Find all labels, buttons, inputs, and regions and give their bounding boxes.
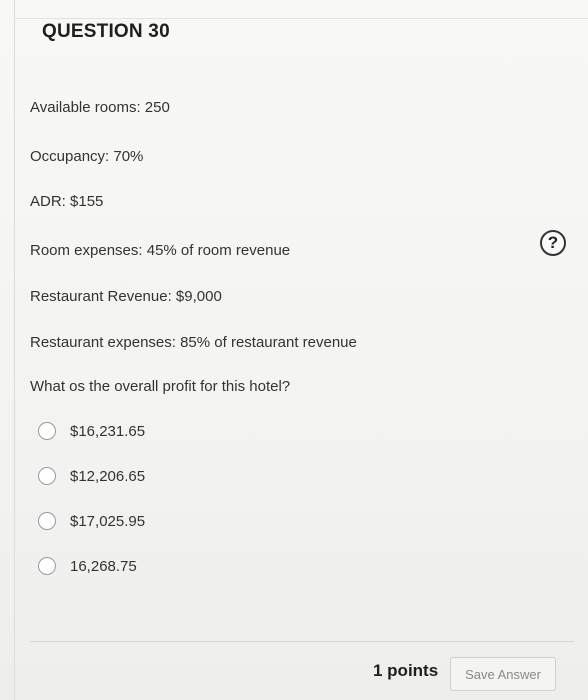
answer-option-label: $12,206.65: [70, 467, 146, 485]
save-answer-button[interactable]: Save Answer: [450, 657, 556, 691]
help-glyph: ?: [547, 233, 559, 252]
answer-option-label: $17,025.95: [70, 512, 146, 530]
given-occupancy: Occupancy: 70%: [30, 148, 144, 165]
radio-button[interactable]: [38, 557, 56, 575]
given-adr: ADR: $155: [30, 193, 104, 210]
given-available-rooms: Available rooms: 250: [30, 99, 170, 116]
radio-button[interactable]: [38, 467, 56, 485]
given-restaurant-revenue: Restaurant Revenue: $9,000: [30, 288, 222, 305]
given-room-expenses: Room expenses: 45% of room revenue: [30, 242, 291, 259]
answer-option-4[interactable]: 16,268.75: [38, 555, 137, 577]
points-label: 1 points: [373, 661, 439, 680]
radio-button[interactable]: [38, 422, 56, 440]
question-mark-circle-icon[interactable]: ?: [540, 230, 566, 256]
answer-option-2[interactable]: $12,206.65: [38, 465, 145, 487]
header-strip: [14, 0, 588, 19]
answer-option-1[interactable]: $16,231.65: [38, 420, 145, 442]
question-prompt: What os the overall profit for this hote…: [30, 378, 291, 395]
answer-option-label: $16,231.65: [70, 422, 146, 440]
radio-button[interactable]: [38, 512, 56, 530]
footer-divider: [30, 641, 574, 642]
answer-option-3[interactable]: $17,025.95: [38, 510, 145, 532]
left-border: [14, 0, 15, 700]
question-page: QUESTION 30 Available rooms: 250 Occupan…: [0, 0, 588, 700]
answer-option-label: 16,268.75: [70, 557, 137, 575]
given-restaurant-expenses: Restaurant expenses: 85% of restaurant r…: [30, 334, 357, 351]
question-title: QUESTION 30: [42, 21, 170, 42]
